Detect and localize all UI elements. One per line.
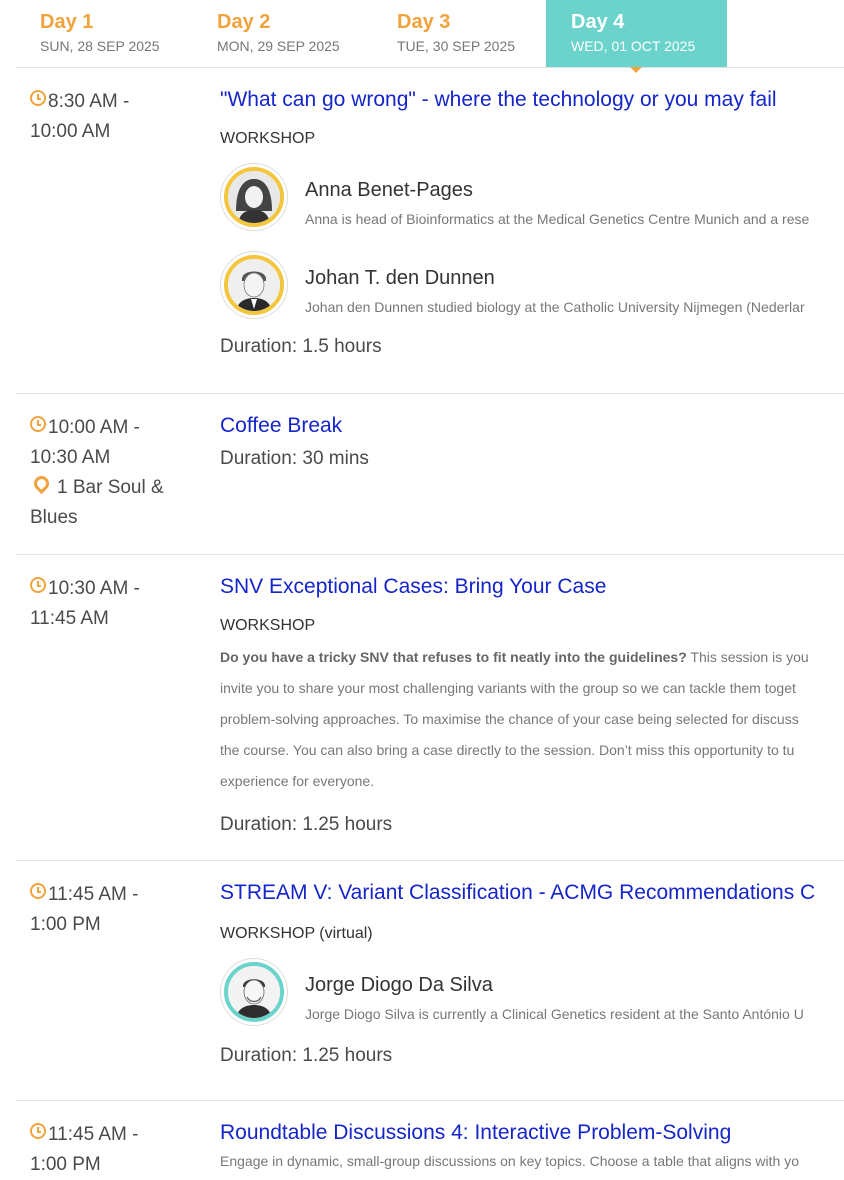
speaker-avatar[interactable] <box>220 251 288 319</box>
time-end: 10:00 AM <box>30 121 111 142</box>
session-item: 11:45 AM - 1:00 PM STREAM V: Variant Cla… <box>16 861 844 1101</box>
session-duration: Duration: 1.5 hours <box>220 336 382 357</box>
speaker-bio: Jorge Diogo Silva is currently a Clinica… <box>305 1006 804 1022</box>
session-title-link[interactable]: "What can go wrong" - where the technolo… <box>220 86 844 114</box>
time-start: 11:45 AM - <box>48 884 139 905</box>
description-text: problem-solving approaches. To maximise … <box>220 711 799 727</box>
session-duration: Duration: 1.25 hours <box>220 814 393 835</box>
session-item: 8:30 AM - 10:00 AM "What can go wrong" -… <box>16 68 844 394</box>
session-type-label: WORKSHOP <box>220 925 315 942</box>
speaker-avatar[interactable] <box>220 958 288 1026</box>
session-content: Roundtable Discussions 4: Interactive Pr… <box>220 1119 844 1171</box>
description-text: the course. You can also bring a case di… <box>220 742 795 758</box>
speaker-avatar[interactable] <box>220 163 288 231</box>
speaker-photo-icon <box>228 966 280 1018</box>
session-time: 11:45 AM - 1:00 PM <box>30 880 190 940</box>
session-content: SNV Exceptional Cases: Bring Your Case W… <box>220 573 844 837</box>
tab-day-label: Day 2 <box>217 11 271 33</box>
clock-icon <box>30 90 46 106</box>
session-description: Engage in dynamic, small-group discussio… <box>220 1153 799 1169</box>
clock-icon <box>30 416 46 432</box>
session-item: 11:45 AM - 1:00 PM Roundtable Discussion… <box>16 1101 844 1180</box>
session-type: WORKSHOP <box>220 130 316 147</box>
tab-day-1[interactable]: Day 1 SUN, 28 SEP 2025 <box>40 0 210 67</box>
tab-day-2[interactable]: Day 2 MON, 29 SEP 2025 <box>217 0 387 67</box>
tab-day-label: Day 4 <box>571 11 625 33</box>
session-time: 10:00 AM - 10:30 AM 1 Bar Soul & Blues <box>30 413 190 533</box>
tab-day-label: Day 1 <box>40 11 94 33</box>
speaker-item[interactable]: Jorge Diogo Da Silva Jorge Diogo Silva i… <box>220 958 844 1032</box>
session-title-link[interactable]: STREAM V: Variant Classification - ACMG … <box>220 879 844 907</box>
clock-icon <box>30 577 46 593</box>
tab-day-4[interactable]: Day 4 WED, 01 OCT 2025 <box>546 0 727 73</box>
speaker-photo-icon <box>228 259 280 311</box>
tab-day-3[interactable]: Day 3 TUE, 30 SEP 2025 <box>397 0 547 67</box>
time-start: 8:30 AM - <box>48 91 130 112</box>
description-lead: Do you have a tricky SNV that refuses to… <box>220 649 687 665</box>
speaker-item[interactable]: Johan T. den Dunnen Johan den Dunnen stu… <box>220 251 844 325</box>
speaker-name[interactable]: Anna Benet-Pages <box>305 179 473 202</box>
session-location-cont: Blues <box>30 507 78 528</box>
time-end: 11:45 AM <box>30 608 109 629</box>
day-tabs: Day 1 SUN, 28 SEP 2025 Day 2 MON, 29 SEP… <box>16 0 844 73</box>
session-title-link[interactable]: SNV Exceptional Cases: Bring Your Case <box>220 573 844 601</box>
tab-date-label: MON, 29 SEP 2025 <box>217 38 340 54</box>
time-start: 10:00 AM - <box>48 417 140 438</box>
session-item: 10:00 AM - 10:30 AM 1 Bar Soul & Blues C… <box>16 394 844 555</box>
session-description: Do you have a tricky SNV that refuses to… <box>220 642 844 797</box>
session-time: 8:30 AM - 10:00 AM <box>30 87 190 147</box>
description-text: invite you to share your most challengin… <box>220 680 796 696</box>
session-duration: Duration: 30 mins <box>220 448 369 469</box>
session-time: 11:45 AM - 1:00 PM <box>30 1120 190 1180</box>
session-item: 10:30 AM - 11:45 AM SNV Exceptional Case… <box>16 555 844 861</box>
session-time: 10:30 AM - 11:45 AM <box>30 574 190 634</box>
speaker-name[interactable]: Johan T. den Dunnen <box>305 267 495 290</box>
speaker-bio: Johan den Dunnen studied biology at the … <box>305 299 805 315</box>
session-content: STREAM V: Variant Classification - ACMG … <box>220 879 844 1068</box>
clock-icon <box>30 1123 46 1139</box>
time-end: 1:00 PM <box>30 1154 101 1175</box>
session-location: 1 Bar Soul & <box>57 477 164 498</box>
speaker-photo-icon <box>228 171 280 223</box>
time-end: 1:00 PM <box>30 914 101 935</box>
session-type: WORKSHOP (virtual) <box>220 924 844 944</box>
session-title-link[interactable]: Coffee Break <box>220 412 844 440</box>
description-text: This session is you <box>686 649 809 665</box>
speaker-item[interactable]: Anna Benet-Pages Anna is head of Bioinfo… <box>220 163 844 237</box>
session-duration: Duration: 1.25 hours <box>220 1045 393 1066</box>
session-title-link[interactable]: Roundtable Discussions 4: Interactive Pr… <box>220 1119 844 1147</box>
session-type: WORKSHOP <box>220 617 316 634</box>
description-text: experience for everyone. <box>220 773 375 789</box>
time-start: 11:45 AM - <box>48 1124 139 1145</box>
location-pin-icon <box>30 472 53 495</box>
time-end: 10:30 AM <box>30 447 111 468</box>
speaker-name[interactable]: Jorge Diogo Da Silva <box>305 974 493 997</box>
tab-day-label: Day 3 <box>397 11 451 33</box>
time-start: 10:30 AM - <box>48 578 140 599</box>
tab-date-label: WED, 01 OCT 2025 <box>571 38 696 54</box>
tab-date-label: SUN, 28 SEP 2025 <box>40 38 160 54</box>
session-content: "What can go wrong" - where the technolo… <box>220 86 844 359</box>
speaker-bio: Anna is head of Bioinformatics at the Me… <box>305 211 810 227</box>
session-virtual-label: (virtual) <box>319 925 373 942</box>
session-content: Coffee Break Duration: 30 mins <box>220 412 844 471</box>
tab-date-label: TUE, 30 SEP 2025 <box>397 38 516 54</box>
clock-icon <box>30 883 46 899</box>
